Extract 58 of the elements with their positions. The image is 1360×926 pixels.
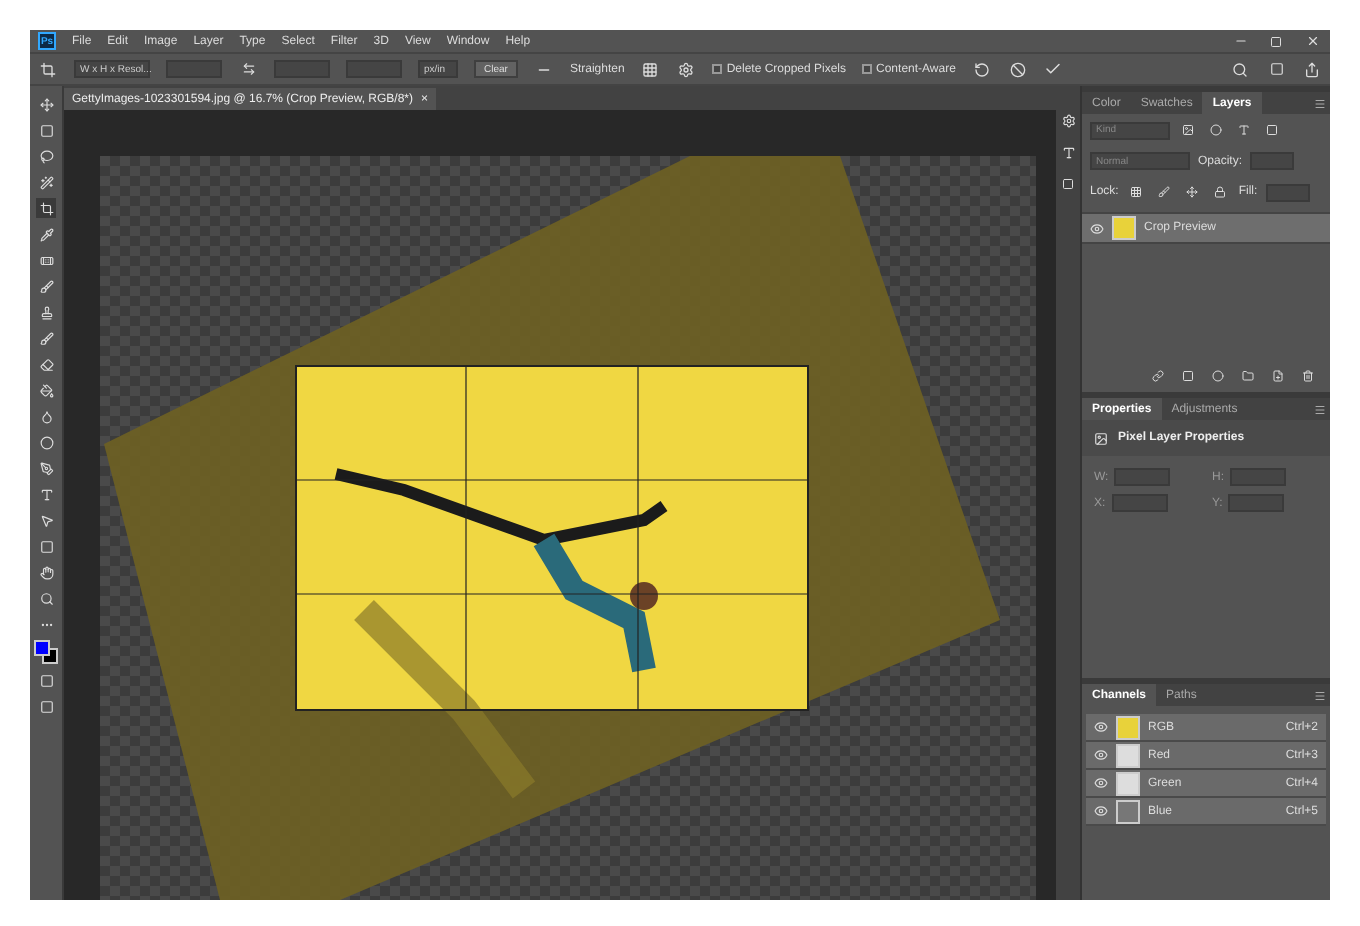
- width-field[interactable]: [166, 60, 222, 78]
- foreground-swatch[interactable]: [34, 640, 50, 656]
- hand-icon[interactable]: [36, 562, 56, 582]
- wand-icon[interactable]: [36, 172, 56, 192]
- folder-icon[interactable]: [1238, 366, 1258, 386]
- lasso-icon[interactable]: [36, 146, 56, 166]
- crop-frame[interactable]: [295, 365, 809, 711]
- lock-icon[interactable]: [1210, 182, 1231, 202]
- new-layer-icon[interactable]: [1268, 366, 1288, 386]
- swap-icon[interactable]: [238, 59, 258, 79]
- layer-thumbnail: [1112, 216, 1136, 240]
- opacity-field[interactable]: [1250, 152, 1295, 170]
- link-icon[interactable]: [1148, 366, 1168, 386]
- lock-position-icon[interactable]: [1182, 182, 1203, 202]
- eraser-icon[interactable]: [36, 354, 56, 374]
- image-filter-icon[interactable]: [1178, 120, 1198, 140]
- paint-bucket-icon[interactable]: [36, 380, 56, 400]
- stamp-icon[interactable]: [36, 302, 56, 322]
- crop-icon[interactable]: [36, 198, 56, 218]
- settings-icon[interactable]: [676, 59, 697, 79]
- pointer-icon[interactable]: [36, 510, 56, 530]
- eye-icon[interactable]: [1094, 804, 1108, 818]
- eye-icon[interactable]: [1094, 720, 1108, 734]
- rectangle-icon[interactable]: [36, 536, 56, 556]
- height-field[interactable]: [274, 60, 330, 78]
- layer-icon[interactable]: [1090, 428, 1110, 448]
- brush-icon[interactable]: [36, 276, 56, 296]
- crop-icon[interactable]: [38, 59, 58, 79]
- eye-icon[interactable]: [1090, 221, 1104, 235]
- trash-icon[interactable]: [1298, 366, 1318, 386]
- type-icon[interactable]: [36, 484, 56, 504]
- lock-pixels-icon[interactable]: [1126, 182, 1147, 202]
- pen-icon[interactable]: [36, 458, 56, 478]
- type-filter-icon[interactable]: [1234, 120, 1254, 140]
- share-icon[interactable]: [1302, 59, 1322, 79]
- checkbox[interactable]: [712, 64, 723, 74]
- property-field[interactable]: [1230, 468, 1286, 486]
- eye-icon[interactable]: [1094, 748, 1108, 762]
- character-icon[interactable]: [1058, 142, 1078, 162]
- checkbox[interactable]: [862, 64, 873, 74]
- eyedropper-icon[interactable]: [36, 224, 56, 244]
- cancel-icon[interactable]: [1007, 59, 1028, 79]
- reset-icon[interactable]: [971, 59, 992, 79]
- property-field[interactable]: [1111, 494, 1168, 512]
- commit-icon[interactable]: [1043, 59, 1064, 79]
- maximize-icon[interactable]: [1266, 31, 1286, 51]
- move-icon[interactable]: [36, 94, 56, 114]
- eye-icon[interactable]: [1094, 776, 1108, 790]
- history-brush-icon[interactable]: [36, 328, 56, 348]
- lock-paint-icon[interactable]: [1154, 182, 1175, 202]
- fill-field[interactable]: [1265, 183, 1310, 201]
- search-icon[interactable]: [1230, 59, 1250, 79]
- resolution-field[interactable]: [346, 60, 402, 78]
- droplet-icon[interactable]: [36, 406, 56, 426]
- grid-icon[interactable]: [640, 59, 661, 79]
- property-field[interactable]: [1114, 468, 1171, 486]
- property-field[interactable]: [1228, 494, 1285, 512]
- zoom-icon[interactable]: [36, 588, 56, 608]
